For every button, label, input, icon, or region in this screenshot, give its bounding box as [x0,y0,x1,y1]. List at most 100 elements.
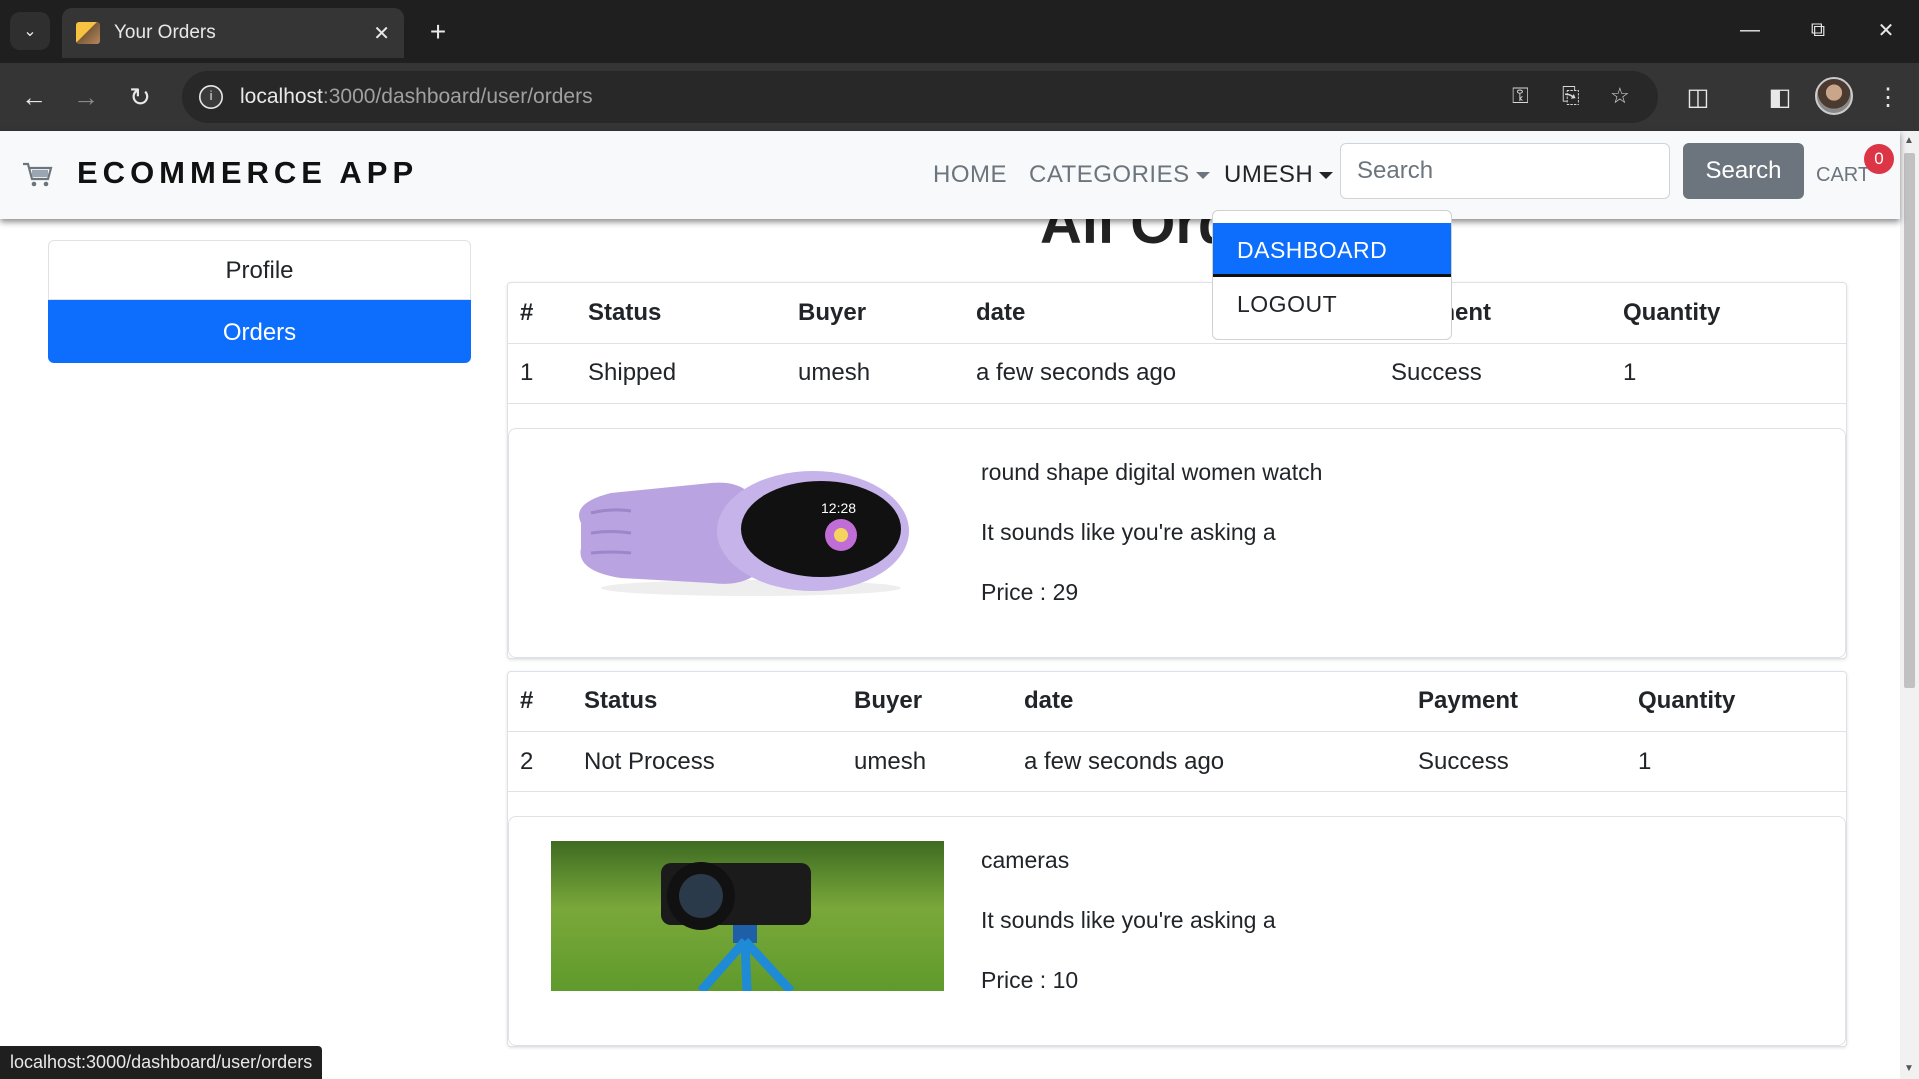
forward-button[interactable]: → [66,77,106,117]
table-row: 1 Shipped umesh a few seconds ago Succes… [508,343,1846,404]
star-icon[interactable]: ☆ [1610,83,1630,109]
product-details: cameras It sounds like you're asking a P… [981,847,1276,1027]
product-description: It sounds like you're asking a [981,907,1276,933]
col-date: date [1012,671,1406,732]
chevron-down-icon: ⌄ [23,23,37,40]
caret-down-icon [1195,172,1210,180]
cell-date: a few seconds ago [1012,731,1406,792]
back-button[interactable]: ← [14,77,54,117]
nav-categories-dropdown[interactable]: CATEGORIES [1029,161,1210,189]
col-buyer: Buyer [842,671,1012,732]
key-icon[interactable]: ⚿ [1512,83,1529,109]
sidebar-item-orders[interactable]: Orders [48,300,471,363]
info-icon[interactable]: i [199,85,223,109]
browser-tab-strip: ⌄ Your Orders ✕ + — ⧉ ✕ [0,0,1919,63]
cell-index: 1 [508,343,576,404]
col-quantity: Quantity [1626,671,1846,732]
dropdown-dashboard[interactable]: DASHBOARD [1213,223,1451,277]
nav-categories-label: CATEGORIES [1029,161,1190,188]
col-buyer: Buyer [786,283,964,344]
scrollbar-thumb[interactable] [1904,153,1915,688]
cell-index: 2 [508,731,572,792]
nav-cart-link[interactable]: CART [1816,164,1870,187]
reload-button[interactable]: ↻ [120,77,160,117]
cell-quantity: 1 [1626,731,1846,792]
col-payment: Payment [1406,671,1626,732]
product-price: Price : 29 [981,578,1079,605]
page-scrollbar[interactable]: ▲ ▼ [1900,131,1919,1079]
cell-payment: Success [1406,731,1626,792]
shopping-cart-icon[interactable] [22,161,54,189]
restore-icon: ⧉ [1810,18,1826,41]
arrow-left-icon: ← [21,81,47,112]
cell-status: Shipped [576,343,786,404]
order-table: # Status Buyer date Payment Quantity 2 N… [508,671,1846,792]
order-table-header: # Status Buyer date Payment Quantity [508,671,1846,732]
search-button[interactable]: Search [1683,143,1804,199]
table-row: 2 Not Process umesh a few seconds ago Su… [508,731,1846,792]
col-status: Status [572,671,842,732]
minimize-button[interactable]: — [1716,0,1784,60]
orders-list: # Status Buyer date Payment Quantity 1 S… [507,282,1847,1059]
product-name: round shape digital women watch [981,458,1323,485]
nav-user-label: UMESH [1224,161,1314,188]
product-price: Price : 10 [981,967,1079,993]
tab-favicon-icon [76,22,100,44]
plus-icon: + [429,16,447,47]
camera-product-image [551,841,944,991]
dropdown-logout[interactable]: LOGOUT [1213,277,1451,331]
url-path: :3000/dashboard/user/orders [322,85,593,108]
tab-title: Your Orders [114,22,216,43]
product-details: round shape digital women watch It sound… [981,459,1322,639]
dashboard-sidebar: Profile Orders [48,240,471,363]
browser-tab[interactable]: Your Orders ✕ [62,8,404,58]
cell-buyer: umesh [786,343,964,404]
nav-user-dropdown[interactable]: UMESH [1224,161,1334,189]
address-bar-row: ← → ↻ i localhost:3000/dashboard/user/or… [0,63,1919,131]
menu-kebab-icon[interactable]: ⋮ [1868,77,1908,117]
tab-search-button[interactable]: ⌄ [10,12,50,50]
profile-avatar[interactable] [1815,77,1853,115]
reload-icon: ↻ [129,81,151,112]
watch-product-image: 12:28 [579,470,909,596]
url-text[interactable]: localhost:3000/dashboard/user/orders [240,85,593,109]
side-panel-icon[interactable]: ◧ [1760,77,1800,117]
caret-down-icon [1319,172,1334,180]
nav-home-link[interactable]: HOME [933,161,1007,189]
close-icon: ✕ [1877,19,1895,42]
product-card: 12:28 round shape digital women watch It… [508,427,1846,658]
col-status: Status [576,283,786,344]
app-navbar: ECOMMERCE APP HOME CATEGORIES UMESH Sear… [0,131,1900,219]
watch-face-time: 12:28 [821,500,856,516]
extensions-icon[interactable]: ◫ [1678,77,1718,117]
cell-date: a few seconds ago [964,343,1379,404]
order-table-header: # Status Buyer date Payment Quantity [508,283,1846,344]
omnibox[interactable]: i localhost:3000/dashboard/user/orders ⚿… [182,71,1658,123]
cell-buyer: umesh [842,731,1012,792]
new-tab-button[interactable]: + [420,14,456,50]
minimize-icon: — [1740,18,1760,41]
search-input[interactable] [1340,143,1670,199]
cell-payment: Success [1379,343,1611,404]
sidebar-item-profile[interactable]: Profile [48,240,471,300]
order-card: # Status Buyer date Payment Quantity 2 N… [507,670,1847,1047]
brand-title[interactable]: ECOMMERCE APP [77,155,418,191]
col-index: # [508,671,572,732]
restore-button[interactable]: ⧉ [1784,0,1852,60]
order-card: # Status Buyer date Payment Quantity 1 S… [507,282,1847,659]
user-dropdown-menu: DASHBOARD LOGOUT [1212,210,1452,340]
cell-quantity: 1 [1611,343,1846,404]
product-description: It sounds like you're asking a [981,518,1276,545]
product-card: cameras It sounds like you're asking a P… [508,816,1846,1046]
cart-count-badge: 0 [1864,144,1894,174]
col-index: # [508,283,576,344]
scroll-up-icon[interactable]: ▲ [1904,135,1914,146]
product-name: cameras [981,847,1070,873]
scroll-down-icon[interactable]: ▼ [1904,1063,1914,1074]
close-icon[interactable]: ✕ [373,21,390,46]
close-window-button[interactable]: ✕ [1852,0,1919,60]
col-quantity: Quantity [1611,283,1846,344]
arrow-right-icon: → [73,81,99,112]
install-app-icon[interactable]: ⎘ [1562,83,1580,109]
order-table: # Status Buyer date Payment Quantity 1 S… [508,283,1846,404]
